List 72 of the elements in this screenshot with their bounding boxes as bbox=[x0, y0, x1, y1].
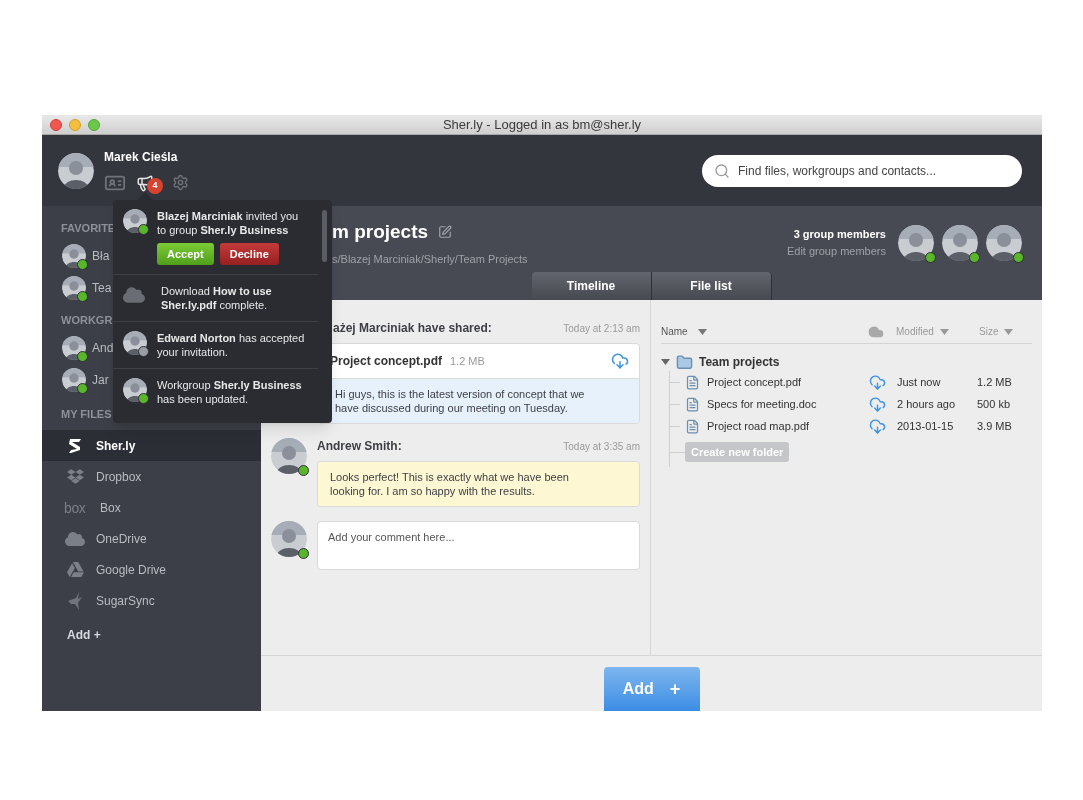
caret-icon bbox=[1004, 328, 1014, 335]
storage-item[interactable]: box Box bbox=[42, 492, 261, 523]
dropbox-icon bbox=[66, 468, 84, 485]
caret-icon bbox=[661, 359, 670, 365]
search-field[interactable]: Find files, workgroups and contacts... bbox=[702, 154, 1022, 187]
file-name[interactable]: Project concept.pdf bbox=[707, 373, 802, 391]
notification-text: Blazej Marciniak invited you to group Sher.ly Business bbox=[157, 209, 300, 237]
decline-button[interactable]: Decline bbox=[219, 243, 279, 265]
section-heading: WORKGR bbox=[61, 313, 113, 328]
scrollbar[interactable] bbox=[322, 210, 327, 262]
comment-field[interactable]: Add your comment here... bbox=[317, 521, 640, 570]
edit-icon[interactable] bbox=[438, 225, 453, 240]
sidebar-item[interactable]: Jar bbox=[92, 371, 109, 389]
message-author: ażej Marciniak have shared: bbox=[332, 320, 492, 337]
sidebar-item[interactable]: And bbox=[92, 339, 114, 357]
file-size: 1.2 MB bbox=[977, 374, 1012, 390]
megaphone-icon[interactable] bbox=[136, 173, 154, 192]
folder-name[interactable]: Team projects bbox=[699, 353, 780, 371]
download-icon[interactable] bbox=[868, 417, 886, 435]
sidebar-item[interactable]: Bła bbox=[92, 247, 110, 265]
file-modified: Just now bbox=[897, 374, 942, 390]
user-name: Marek Cieśla bbox=[104, 148, 179, 166]
storage-item[interactable]: SugarSync bbox=[42, 585, 261, 616]
file-size: 3.9 MB bbox=[977, 418, 1012, 434]
zoom-button[interactable] bbox=[88, 118, 100, 131]
section-heading: MY FILES bbox=[61, 407, 112, 422]
document-icon bbox=[685, 374, 700, 390]
notification-text: Workgroup Sher.ly Business has been updated. bbox=[157, 378, 303, 406]
document-icon bbox=[685, 396, 700, 412]
message-author: Andrew Smith: bbox=[317, 438, 402, 455]
message-time: Today at 2:13 am bbox=[563, 321, 640, 336]
logo-icon bbox=[68, 437, 82, 454]
download-icon[interactable] bbox=[611, 352, 629, 370]
folder-icon bbox=[676, 353, 693, 371]
edit-members-link[interactable]: Edit group members bbox=[786, 242, 886, 259]
file-modified: 2 hours ago bbox=[897, 396, 957, 412]
folder-path: s/Blazej Marciniak/Sherly/Team Projects bbox=[332, 251, 528, 267]
storage-item[interactable]: OneDrive bbox=[42, 523, 261, 554]
group-title: m projects bbox=[332, 220, 429, 244]
notification-text: Edward Norton has accepted your invitation. bbox=[157, 331, 306, 359]
box-logo: box bbox=[64, 500, 87, 515]
file-name[interactable]: Project road map.pdf bbox=[707, 417, 810, 435]
settings-icon[interactable] bbox=[172, 174, 189, 191]
bird-icon bbox=[67, 591, 83, 610]
window-title: Sher.ly - Logged in as bm@sher.ly bbox=[442, 115, 642, 134]
section-heading: FAVORITE bbox=[61, 221, 116, 236]
storage-item[interactable]: Google Drive bbox=[42, 554, 261, 585]
storage-item[interactable]: Dropbox bbox=[42, 461, 261, 492]
sidebar-item[interactable]: Tea bbox=[92, 279, 112, 297]
file-size: 500 kb bbox=[977, 396, 1011, 412]
add-storage-link[interactable]: Add + bbox=[67, 626, 101, 644]
download-icon[interactable] bbox=[868, 373, 886, 391]
minimize-button[interactable] bbox=[69, 118, 81, 131]
file-modified: 2013-01-15 bbox=[897, 418, 955, 434]
notification-count: 4 bbox=[147, 177, 163, 194]
drive-icon bbox=[66, 561, 84, 578]
tab[interactable]: File list bbox=[651, 272, 772, 300]
document-icon bbox=[685, 418, 700, 434]
caret-icon bbox=[939, 328, 949, 335]
message-text: Looks perfect! This is exactly what we have been looking for. I am so happy with the results. bbox=[318, 462, 639, 506]
tab[interactable]: Timeline bbox=[531, 272, 652, 300]
caret-icon bbox=[697, 328, 707, 335]
search-icon bbox=[714, 162, 730, 179]
column-header[interactable]: Name bbox=[661, 324, 688, 339]
notification-text: Download How to use Sher.ly.pdf complete. bbox=[161, 284, 273, 312]
members-count: 3 group members bbox=[793, 227, 886, 242]
attachment-size: 1.2 MB bbox=[450, 353, 485, 369]
storage-item[interactable]: Sher.ly bbox=[42, 430, 261, 461]
file-name[interactable]: Specs for meeting.doc bbox=[707, 395, 817, 413]
message-time: Today at 3:35 am bbox=[563, 439, 640, 454]
download-icon[interactable] bbox=[868, 395, 886, 413]
close-button[interactable] bbox=[50, 118, 62, 131]
